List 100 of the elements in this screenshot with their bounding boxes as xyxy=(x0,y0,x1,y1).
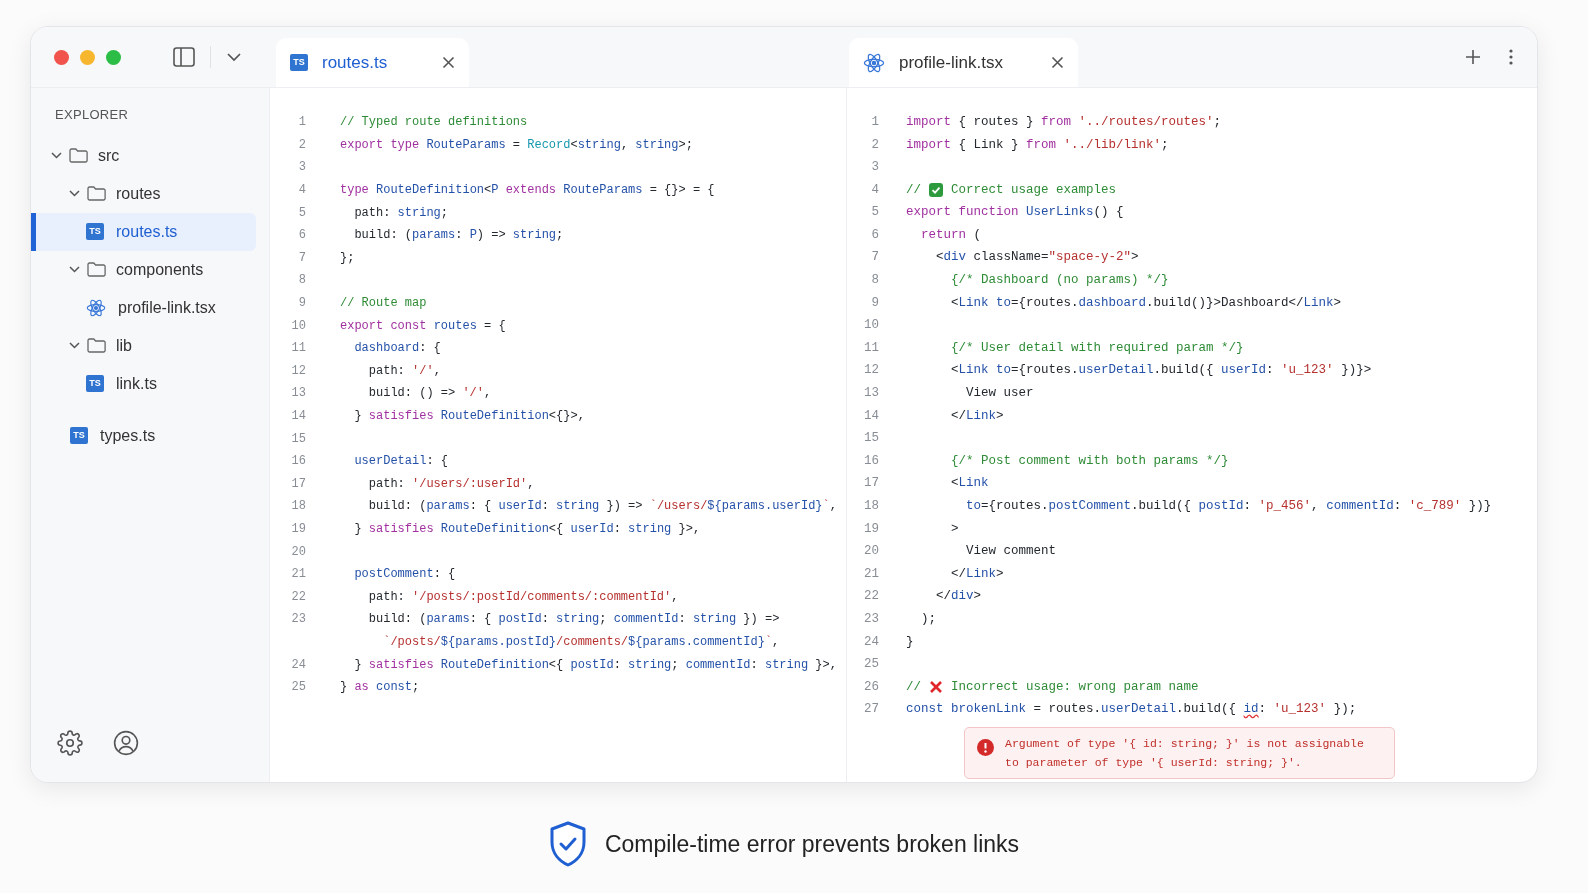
tree-item[interactable]: TS routes.ts xyxy=(31,212,256,251)
ts-file-icon: TS xyxy=(70,427,88,444)
line-number: 9 xyxy=(870,294,879,312)
explorer-title: EXPLORER xyxy=(55,106,129,124)
code-line: } satisfies RouteDefinition<{ postId: string; commentId: string }>, xyxy=(353,656,837,674)
line-number: 25 xyxy=(863,656,879,674)
line-number: 14 xyxy=(290,408,306,425)
tree-item[interactable]: routes xyxy=(31,174,256,213)
code-text: Correct usage examples xyxy=(951,181,1117,199)
line-number: 20 xyxy=(290,543,306,561)
code-text: // xyxy=(906,678,921,696)
close-window-button[interactable] xyxy=(54,49,69,65)
line-number: 18 xyxy=(863,498,879,515)
code-line: path: '/users/:userId', xyxy=(367,475,535,493)
close-icon[interactable] xyxy=(442,56,455,69)
folder-icon xyxy=(87,338,106,353)
line-number: 11 xyxy=(290,340,306,358)
ts-file-icon: TS xyxy=(86,375,104,392)
code-line: export function UserLinks() { xyxy=(906,204,1124,222)
code-line: }; xyxy=(340,249,355,267)
code-text: // xyxy=(906,181,921,199)
line-number: 2 xyxy=(870,136,879,154)
line-number: 1 xyxy=(297,114,306,132)
line-number: 5 xyxy=(870,204,879,222)
code-line: <Link xyxy=(950,475,989,493)
caption: Compile-time error prevents broken links xyxy=(604,829,1020,859)
settings-icon[interactable] xyxy=(57,730,83,756)
line-number: 8 xyxy=(297,272,306,290)
line-number: 27 xyxy=(863,701,879,719)
sidebar-toggle-icon[interactable] xyxy=(173,47,195,67)
code-line: </Link> xyxy=(950,407,1004,425)
line-number: 15 xyxy=(863,430,879,448)
line-number: 12 xyxy=(290,362,306,380)
add-icon[interactable] xyxy=(1465,49,1481,65)
code-line: const brokenLink = routes.userDetail.build({ id: 'u_123' }); xyxy=(906,701,1357,719)
tree-item[interactable]: TS link.ts xyxy=(31,364,256,403)
chevron-down-icon[interactable] xyxy=(68,263,81,276)
code-line: <Link to={routes.userDetail.build({ userId: 'u_123' })}> xyxy=(950,362,1372,380)
code-line: path: '/', xyxy=(367,362,441,380)
code-line: export type RouteParams = Record<string, string>; xyxy=(340,136,693,154)
more-icon[interactable] xyxy=(1509,49,1513,65)
line-number: 19 xyxy=(863,520,879,538)
line-number: 1 xyxy=(870,113,879,131)
code-line: } satisfies RouteDefinition<{ userId: string }>, xyxy=(353,521,701,538)
chevron-down-icon[interactable] xyxy=(68,187,81,200)
editor-tab[interactable]: profile-link.tsx xyxy=(849,38,1078,87)
code-line: {/* Dashboard (no params) */} xyxy=(950,272,1169,290)
code-line: ); xyxy=(920,611,936,628)
chevron-down-icon[interactable] xyxy=(68,339,81,352)
line-number: 3 xyxy=(297,159,306,177)
code-line: build: (params: { userId: string }) => `/users/${params.userId}`, xyxy=(367,498,837,516)
line-number: 10 xyxy=(863,317,879,335)
line-number: 24 xyxy=(863,633,879,651)
line-number: 23 xyxy=(863,611,879,628)
chevron-down-icon[interactable] xyxy=(227,52,241,62)
code-line: userDetail: { xyxy=(353,453,449,471)
shield-check-icon xyxy=(548,821,587,867)
line-number: 22 xyxy=(863,588,879,606)
code-line: `/posts/${params.postId}/comments/${params.commentId}`, xyxy=(382,633,780,651)
close-icon[interactable] xyxy=(1051,56,1064,69)
code-line: > xyxy=(950,520,959,538)
line-number: 2 xyxy=(297,136,306,154)
code-line: build: (params: { postId: string; commentId: string }) => xyxy=(367,611,780,629)
folder-icon xyxy=(69,148,88,163)
error-icon xyxy=(977,739,994,757)
tree-item[interactable]: TS types.ts xyxy=(31,416,256,455)
line-number: 13 xyxy=(863,385,879,403)
line-number: 16 xyxy=(863,452,879,470)
line-number: 14 xyxy=(863,407,879,425)
line-number: 17 xyxy=(863,475,879,493)
code-line: to={routes.postComment.build({ postId: 'p_456', commentId: 'c_789' })} xyxy=(965,498,1492,515)
code-line: {/* Post comment with both params */} xyxy=(950,452,1229,470)
atom-icon xyxy=(863,51,885,74)
line-number: 26 xyxy=(863,678,879,696)
line-number: 7 xyxy=(297,249,306,267)
code-line: path: string; xyxy=(353,204,449,222)
code-line: // Route map xyxy=(340,295,427,313)
line-number: 8 xyxy=(870,272,879,290)
code-line: type RouteDefinition<P extends RouteParams = {}> = { xyxy=(340,182,715,200)
code-line: <Link to={routes.dashboard.build()}>Dashboard</Link> xyxy=(950,294,1342,312)
tree-item[interactable]: profile-link.tsx xyxy=(31,288,256,327)
folder-icon xyxy=(87,262,106,277)
line-number: 12 xyxy=(863,362,879,380)
tree-item[interactable]: components xyxy=(31,250,256,289)
line-number: 4 xyxy=(870,181,879,199)
line-number: 6 xyxy=(870,226,879,244)
line-number: 19 xyxy=(290,521,306,538)
code-line: build: (params: P) => string; xyxy=(353,227,564,245)
line-number: 25 xyxy=(290,679,306,697)
line-number: 11 xyxy=(863,339,879,357)
code-text: Incorrect usage: wrong param name xyxy=(951,678,1199,696)
ts-file-icon: TS xyxy=(86,223,104,240)
editor-tab[interactable]: TS routes.ts xyxy=(276,38,469,87)
account-icon[interactable] xyxy=(113,730,139,756)
tree-item[interactable]: lib xyxy=(31,326,256,365)
line-number: 24 xyxy=(290,656,306,674)
tree-item[interactable]: src xyxy=(31,136,256,175)
chevron-down-icon[interactable] xyxy=(50,149,63,162)
line-number: 23 xyxy=(290,611,306,629)
line-number: 5 xyxy=(297,204,306,222)
